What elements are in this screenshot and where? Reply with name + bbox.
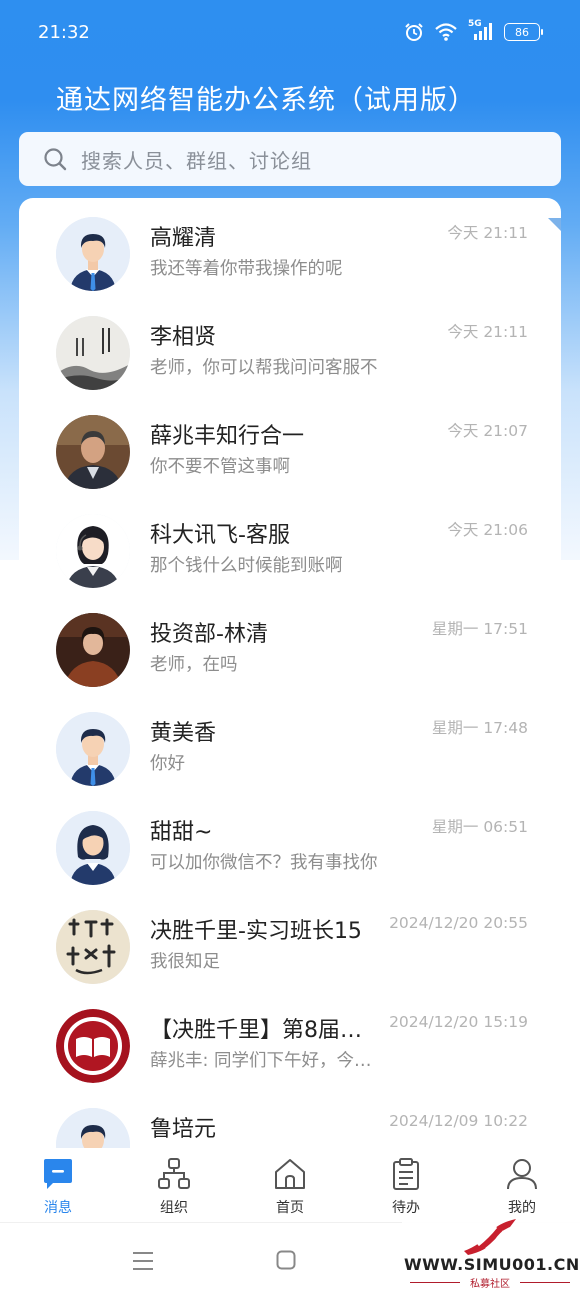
message-preview: 你好 bbox=[150, 754, 185, 774]
default-male-avatar bbox=[56, 217, 130, 291]
message-time: 2024/12/20 20:55 bbox=[389, 914, 528, 932]
contact-name: 薛兆丰知行合一 bbox=[150, 424, 305, 449]
message-preview: 我还等着你带我操作的呢 bbox=[150, 259, 343, 279]
watermark-url: WWW.SIMU001.CN bbox=[404, 1255, 580, 1274]
message-preview: 你不要不管这事啊 bbox=[150, 457, 290, 477]
contact-name: 高耀清 bbox=[150, 226, 217, 251]
search-placeholder: 搜索人员、群组、讨论组 bbox=[81, 148, 312, 173]
conversation-item[interactable]: 决胜千里-实习班长15 我很知足 2024/12/20 20:55 bbox=[19, 891, 561, 990]
status-bar: 21:32 5G 86 bbox=[0, 0, 580, 66]
home-button-icon[interactable] bbox=[276, 1250, 296, 1270]
clipboard-icon bbox=[393, 1158, 419, 1190]
contact-name: 鲁培元 bbox=[150, 1117, 217, 1142]
tab-label: 组织 bbox=[160, 1200, 188, 1216]
home-icon bbox=[275, 1159, 305, 1189]
message-time: 今天 21:07 bbox=[447, 422, 528, 440]
message-time: 今天 21:11 bbox=[447, 224, 528, 242]
default-male-avatar bbox=[56, 712, 130, 786]
conversation-item[interactable]: 鲁培元 2024/12/09 10:22 bbox=[19, 1089, 561, 1148]
default-male-avatar bbox=[56, 1108, 130, 1148]
tab-label: 首页 bbox=[276, 1200, 304, 1216]
calligraphy-avatar bbox=[56, 316, 130, 390]
message-preview: 我很知足 bbox=[150, 952, 220, 972]
conversation-item[interactable]: 【决胜千里】第8届… 薛兆丰: 同学们下午好，今… 2024/12/20 15:… bbox=[19, 990, 561, 1089]
default-female-avatar bbox=[56, 811, 130, 885]
contact-name: 【决胜千里】第8届… bbox=[150, 1018, 362, 1043]
status-icons: 5G 86 bbox=[404, 19, 543, 42]
tab-messages[interactable]: 消息 bbox=[0, 1148, 116, 1220]
pinned-flag-icon bbox=[548, 218, 561, 231]
message-icon bbox=[44, 1159, 72, 1189]
contact-name: 黄美香 bbox=[150, 721, 217, 746]
tab-organization[interactable]: 组织 bbox=[116, 1148, 232, 1220]
alarm-icon bbox=[405, 23, 423, 41]
message-time: 2024/12/20 15:19 bbox=[389, 1013, 528, 1031]
search-bar[interactable]: 搜索人员、群组、讨论组 bbox=[19, 132, 561, 186]
conversation-item[interactable]: 薛兆丰知行合一 你不要不管这事啊 今天 21:07 bbox=[19, 396, 561, 495]
contact-name: 决胜千里-实习班长15 bbox=[150, 919, 362, 944]
tab-home[interactable]: 首页 bbox=[232, 1148, 348, 1220]
message-preview: 薛兆丰: 同学们下午好，今… bbox=[150, 1051, 372, 1071]
conversation-item[interactable]: 黄美香 你好 星期一 17:48 bbox=[19, 693, 561, 792]
message-time: 星期一 17:48 bbox=[431, 719, 528, 737]
message-time: 今天 21:11 bbox=[447, 323, 528, 341]
status-time: 21:32 bbox=[38, 22, 90, 43]
message-preview: 可以加你微信不？我有事找你 bbox=[150, 853, 378, 873]
message-preview: 老师，在吗 bbox=[150, 655, 238, 675]
tab-label: 消息 bbox=[44, 1200, 72, 1216]
message-preview: 那个钱什么时候能到账啊 bbox=[150, 556, 343, 576]
bottom-tab-bar: 消息 组织 首页 待办 我的 bbox=[0, 1148, 580, 1220]
conversation-item[interactable]: 投资部-林清 老师，在吗 星期一 17:51 bbox=[19, 594, 561, 693]
conversation-item[interactable]: 科大讯飞-客服 那个钱什么时候能到账啊 今天 21:06 bbox=[19, 495, 561, 594]
message-time: 2024/12/09 10:22 bbox=[389, 1112, 528, 1130]
calligraphy-avatar bbox=[56, 910, 130, 984]
app-title: 通达网络智能办公系统（试用版） bbox=[56, 85, 476, 116]
wifi-icon bbox=[435, 23, 457, 41]
battery-indicator: 86 bbox=[504, 23, 543, 41]
book-emblem-avatar bbox=[56, 1009, 130, 1083]
tab-todo[interactable]: 待办 bbox=[348, 1148, 464, 1220]
menu-icon[interactable] bbox=[132, 1251, 154, 1271]
watermark-logo-icon bbox=[464, 1219, 516, 1255]
contact-name: 李相贤 bbox=[150, 325, 217, 350]
conversation-item[interactable]: 甜甜~ 可以加你微信不？我有事找你 星期一 06:51 bbox=[19, 792, 561, 891]
signal-icon: 5G bbox=[468, 19, 494, 42]
org-chart-icon bbox=[158, 1158, 190, 1189]
search-icon bbox=[43, 147, 67, 171]
photo-man-avatar bbox=[56, 415, 130, 489]
conversation-item[interactable]: 李相贤 老师，你可以帮我问问客服不 今天 21:11 bbox=[19, 297, 561, 396]
conversation-item[interactable]: 高耀清 我还等着你带我操作的呢 今天 21:11 bbox=[19, 198, 561, 297]
conversation-list[interactable]: 高耀清 我还等着你带我操作的呢 今天 21:11 李相贤 老师，你可以帮我问问客… bbox=[19, 198, 561, 1148]
tab-profile[interactable]: 我的 bbox=[464, 1148, 580, 1220]
contact-name: 投资部-林清 bbox=[150, 622, 268, 647]
message-time: 星期一 06:51 bbox=[431, 818, 528, 836]
message-time: 今天 21:06 bbox=[447, 521, 528, 539]
message-time: 星期一 17:51 bbox=[431, 620, 528, 638]
watermark-subtitle: 私募社区 bbox=[402, 1275, 578, 1290]
watermark: WWW.SIMU001.CN 私募社区 bbox=[402, 1213, 580, 1295]
service-woman-avatar bbox=[56, 514, 130, 588]
photo-woman-avatar bbox=[56, 613, 130, 687]
user-icon bbox=[507, 1159, 537, 1190]
message-preview: 老师，你可以帮我问问客服不 bbox=[150, 358, 378, 378]
contact-name: 科大讯飞-客服 bbox=[150, 523, 290, 548]
contact-name: 甜甜~ bbox=[150, 820, 213, 845]
